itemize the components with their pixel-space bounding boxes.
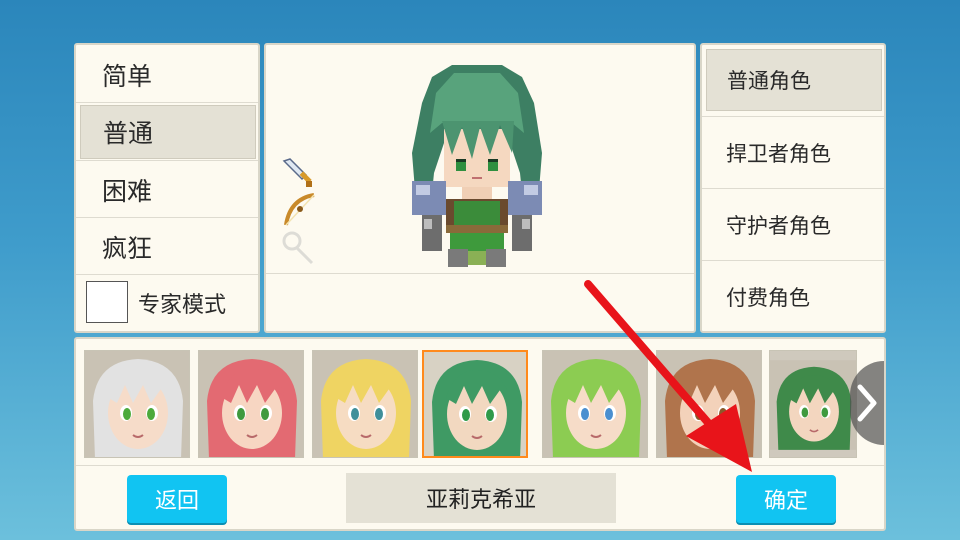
sword-icon xyxy=(282,158,312,187)
bow-icon xyxy=(284,193,315,226)
role-guardian[interactable]: 守护者角色 xyxy=(702,190,884,260)
divider xyxy=(702,260,884,261)
divider xyxy=(76,102,258,103)
portrait-image xyxy=(424,352,526,456)
expert-mode-label: 专家模式 xyxy=(138,293,227,318)
back-button[interactable]: 返回 xyxy=(127,475,227,523)
divider xyxy=(76,465,884,466)
difficulty-crazy-label: 疯狂 xyxy=(102,234,153,263)
divider xyxy=(702,188,884,189)
back-button-label: 返回 xyxy=(154,489,199,514)
difficulty-hard[interactable]: 困难 xyxy=(80,163,256,217)
character-name-text: 亚莉克希亚 xyxy=(425,488,536,513)
character-portrait[interactable] xyxy=(656,350,762,458)
portrait-image xyxy=(85,351,189,457)
divider xyxy=(76,274,258,275)
role-defender-label: 捍卫者角色 xyxy=(726,142,831,166)
difficulty-normal-label: 普通 xyxy=(103,119,154,148)
next-page-button[interactable] xyxy=(850,361,884,445)
divider xyxy=(702,116,884,117)
portrait-image xyxy=(543,351,647,457)
expert-mode-checkbox[interactable] xyxy=(86,281,128,323)
difficulty-crazy[interactable]: 疯狂 xyxy=(80,220,256,274)
difficulty-easy[interactable]: 简单 xyxy=(80,48,256,102)
character-select-panel: 返回 亚莉克希亚 确定 xyxy=(74,337,886,531)
character-preview-panel xyxy=(264,43,696,333)
character-portrait[interactable] xyxy=(542,350,648,458)
difficulty-hard-label: 困难 xyxy=(102,177,153,206)
role-normal-label: 普通角色 xyxy=(727,69,811,93)
character-portrait[interactable] xyxy=(769,350,857,458)
role-defender[interactable]: 捍卫者角色 xyxy=(702,118,884,188)
role-normal[interactable]: 普通角色 xyxy=(706,49,882,111)
portrait-image xyxy=(199,351,303,457)
difficulty-panel: 简单 普通 困难 疯狂 专家模式 xyxy=(74,43,260,333)
divider xyxy=(266,273,694,274)
role-type-panel: 普通角色 捍卫者角色 守护者角色 付费角色 xyxy=(700,43,886,333)
chevron-right-icon xyxy=(857,384,877,422)
divider xyxy=(76,160,258,161)
confirm-button[interactable]: 确定 xyxy=(736,475,836,523)
equipment-icons xyxy=(282,158,315,265)
difficulty-normal[interactable]: 普通 xyxy=(80,105,256,159)
portrait-image xyxy=(313,351,417,457)
difficulty-easy-label: 简单 xyxy=(102,62,153,91)
divider xyxy=(76,217,258,218)
confirm-button-label: 确定 xyxy=(763,489,808,514)
portrait-image xyxy=(770,360,856,450)
role-paid-label: 付费角色 xyxy=(726,286,810,310)
portrait-image xyxy=(657,351,761,457)
role-guardian-label: 守护者角色 xyxy=(726,214,831,238)
role-paid[interactable]: 付费角色 xyxy=(702,262,884,332)
character-portrait[interactable] xyxy=(84,350,190,458)
character-portrait[interactable] xyxy=(312,350,418,458)
selected-character-name: 亚莉克希亚 xyxy=(346,473,616,523)
character-portrait[interactable] xyxy=(198,350,304,458)
character-sprite xyxy=(412,65,542,267)
character-portrait[interactable] xyxy=(422,350,528,458)
staff-icon xyxy=(282,231,314,265)
